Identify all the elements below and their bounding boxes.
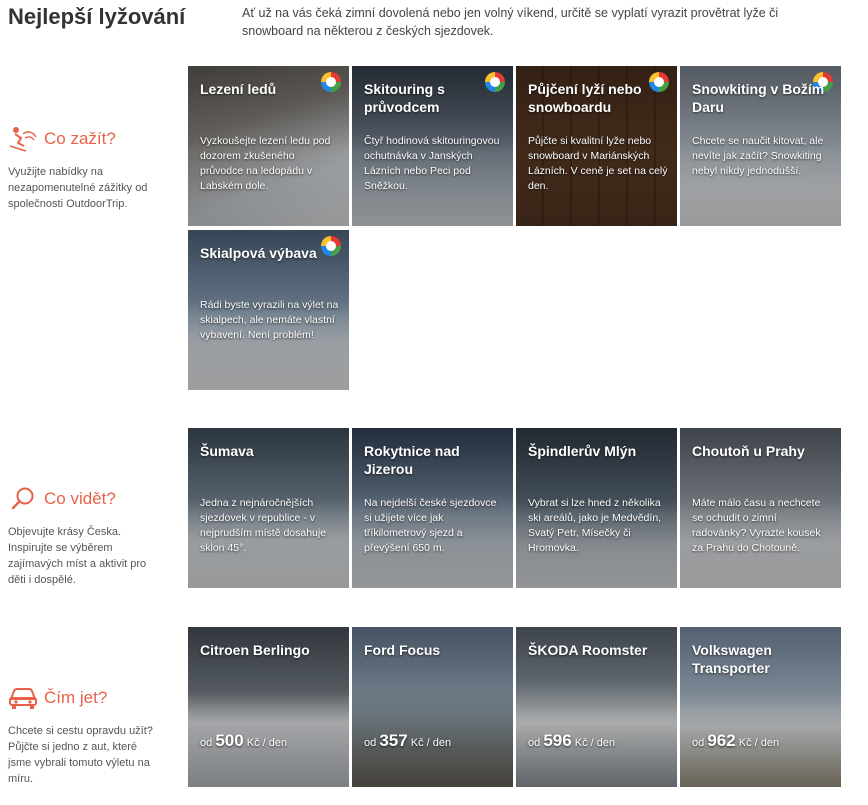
search-icon xyxy=(8,484,38,514)
see-title[interactable]: Co vidět? xyxy=(44,489,116,509)
tile-title: Půjčení lyží nebo snowboardu xyxy=(528,81,642,115)
experience-description: Využijte nabídky na nezapomenutelné záži… xyxy=(8,166,148,210)
price-label: od 500 Kč / den xyxy=(200,731,288,750)
tile-title: Špindlerův Mlýn xyxy=(528,443,637,459)
tile-ford-focus[interactable]: Ford Focus od 357 Kč / den xyxy=(352,627,513,787)
price-label: od 596 Kč / den xyxy=(528,731,616,750)
tile-title: Rokytnice nad Jizerou xyxy=(364,443,460,477)
ride-sidebar: Čím jet? Chcete si cestu opravdu užít? P… xyxy=(8,683,158,787)
tile-title: Volkswagen Transporter xyxy=(692,642,772,676)
tile-text: Jedna z nejnáročnějších sjezdovek v repu… xyxy=(200,497,327,554)
section-ride: Čím jet? Chcete si cestu opravdu užít? P… xyxy=(0,627,868,789)
tile-title: Snowkiting v Božím Daru xyxy=(692,81,825,115)
see-sidebar: Co vidět? Objevujte krásy Česka. Inspiru… xyxy=(8,484,158,588)
tile-citroen-berlingo[interactable]: Citroen Berlingo od 500 Kč / den xyxy=(188,627,349,787)
price-value: 596 xyxy=(543,731,572,750)
tile-text: Rádi byste vyrazili na výlet na skialpec… xyxy=(200,299,339,341)
tile-text: Máte málo času a nechcete se ochudit o z… xyxy=(692,497,821,554)
price-value: 500 xyxy=(215,731,244,750)
intro-text: Ať už na vás čeká zimní dovolená nebo je… xyxy=(242,6,779,38)
tile-title: Skitouring s průvodcem xyxy=(364,81,445,115)
tile-skitouring[interactable]: Skitouring s průvodcem Čtyř hodinová ski… xyxy=(352,66,513,226)
tile-snowkiting[interactable]: Snowkiting v Božím Daru Chcete se naučit… xyxy=(680,66,841,226)
car-icon xyxy=(8,683,38,713)
tile-title: Citroen Berlingo xyxy=(200,642,310,658)
tile-text: Na nejdelší české sjezdovce si užijete v… xyxy=(364,497,497,554)
tile-title: Skialpová výbava xyxy=(200,245,317,261)
price-value: 962 xyxy=(707,731,736,750)
page-title: Nejlepší lyžování xyxy=(8,4,186,29)
skier-icon xyxy=(8,124,38,154)
tile-choutun[interactable]: Choutoň u Prahy Máte málo času a nechcet… xyxy=(680,428,841,588)
price-label: od 357 Kč / den xyxy=(364,731,452,750)
tile-skoda-roomster[interactable]: ŠKODA Roomster od 596 Kč / den xyxy=(516,627,677,787)
tile-rokytnice[interactable]: Rokytnice nad Jizerou Na nejdelší české … xyxy=(352,428,513,588)
tile-spindleruv-mlyn[interactable]: Špindlerův Mlýn Vybrat si lze hned z něk… xyxy=(516,428,677,588)
tile-title: ŠKODA Roomster xyxy=(528,642,648,658)
tile-sumava[interactable]: Šumava Jedna z nejnáročnějších sjezdovek… xyxy=(188,428,349,588)
tile-title: Ford Focus xyxy=(364,642,441,658)
tile-text: Čtyř hodinová skitouringovou ochutnávka … xyxy=(364,135,500,192)
experience-title[interactable]: Co zažít? xyxy=(44,129,116,149)
ride-description: Chcete si cestu opravdu užít? Půjčte si … xyxy=(8,725,153,785)
tile-ice-climbing[interactable]: Lezení ledů Vyzkoušejte lezení ledu pod … xyxy=(188,66,349,226)
section-see: Co vidět? Objevujte krásy Česka. Inspiru… xyxy=(0,428,868,590)
see-description: Objevujte krásy Česka. Inspirujte se výb… xyxy=(8,526,147,586)
tile-text: Vyzkoušejte lezení ledu pod dozorem zkuš… xyxy=(200,135,331,192)
tile-text: Vybrat si lze hned z několika ski areálů… xyxy=(528,497,662,554)
tile-text: Půjčte si kvalitní lyže nebo snowboard v… xyxy=(528,135,668,192)
tile-title: Choutoň u Prahy xyxy=(692,443,805,459)
ride-title[interactable]: Čím jet? xyxy=(44,688,107,708)
tile-title: Lezení ledů xyxy=(200,81,277,97)
tile-title: Šumava xyxy=(200,443,254,459)
tile-ski-rental[interactable]: Půjčení lyží nebo snowboardu Půjčte si k… xyxy=(516,66,677,226)
experience-sidebar: Co zažít? Využijte nabídky na nezapomenu… xyxy=(8,124,158,212)
tile-skialp-gear[interactable]: Skialpová výbava Rádi byste vyrazili na … xyxy=(188,230,349,390)
tile-volkswagen-transporter[interactable]: Volkswagen Transporter od 962 Kč / den xyxy=(680,627,841,787)
tile-text: Chcete se naučit kitovat, ale nevíte jak… xyxy=(692,135,824,177)
section-experience: Co zažít? Využijte nabídky na nezapomenu… xyxy=(0,66,868,392)
price-label: od 962 Kč / den xyxy=(692,731,780,750)
price-value: 357 xyxy=(379,731,408,750)
